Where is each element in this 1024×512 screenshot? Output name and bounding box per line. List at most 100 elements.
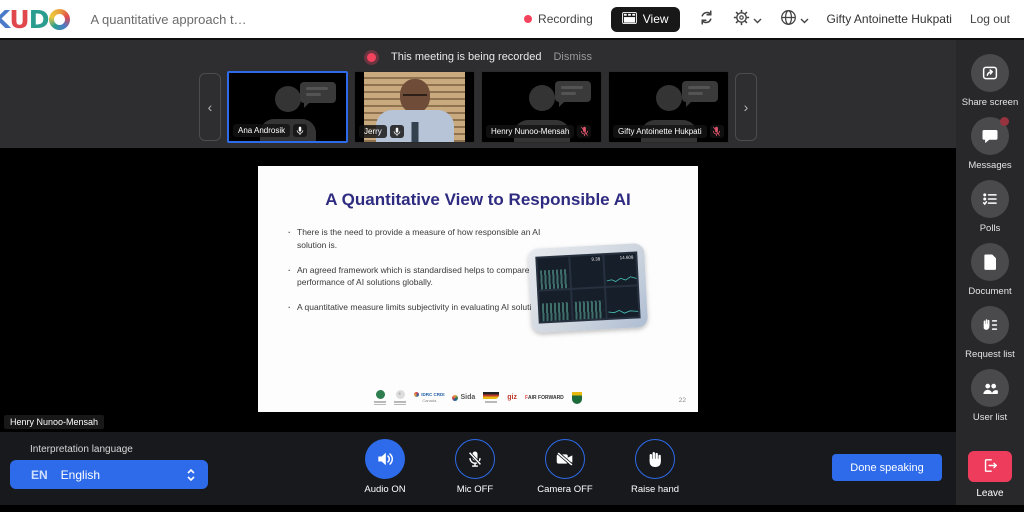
mic-button-label: Mic OFF xyxy=(457,484,493,495)
recording-banner-text: This meeting is being recorded xyxy=(391,51,541,63)
mic-on-icon xyxy=(293,124,307,137)
giz-logo: giz xyxy=(507,394,517,401)
mic-toggle-button[interactable]: Mic OFF xyxy=(442,439,508,495)
kudo-app: KUD A quantitative approach t… Recording… xyxy=(0,0,1024,512)
tool-label: Request list xyxy=(965,349,1015,360)
dismiss-button[interactable]: Dismiss xyxy=(553,51,592,63)
leave-button[interactable] xyxy=(968,451,1012,482)
leave-button-label: Leave xyxy=(976,488,1003,499)
logo-letter-u: U xyxy=(9,5,28,34)
slide-bullet: A quantitative measure limits subjectivi… xyxy=(288,301,550,314)
language-name: English xyxy=(61,468,100,482)
audio-toggle-button[interactable]: Audio ON xyxy=(352,439,418,495)
participant-tile-henry-nunoo-mensah[interactable]: Henry Nunoo-Mensah xyxy=(481,71,602,143)
request-list-button[interactable]: Request list xyxy=(965,306,1015,360)
ai-hub-logo xyxy=(374,390,386,405)
view-button-label: View xyxy=(643,12,669,26)
mic-off-icon xyxy=(455,439,495,479)
view-button[interactable]: View xyxy=(611,7,680,32)
language-code: EN xyxy=(31,468,48,482)
logo-letter-k: K xyxy=(0,5,9,34)
done-speaking-button[interactable]: Done speaking xyxy=(832,454,942,481)
dashboard-value: 9.38 xyxy=(591,256,600,261)
camera-toggle-button[interactable]: Camera OFF xyxy=(532,439,598,495)
idrc-crdi-logo: IDRC CRDI Canada xyxy=(414,392,444,403)
sync-icon xyxy=(698,9,715,29)
logout-button[interactable]: Log out xyxy=(970,12,1010,26)
audio-button-label: Audio ON xyxy=(364,484,405,495)
university-crest-logo xyxy=(572,392,582,404)
control-bar: Interpretation language EN English Audio… xyxy=(0,432,956,505)
messages-button[interactable]: Messages xyxy=(968,117,1011,171)
exit-door-icon xyxy=(982,457,999,477)
language-globe-button[interactable] xyxy=(780,9,809,29)
avatar xyxy=(656,85,682,111)
participant-tile-gifty-antoinette-hukpati[interactable]: Gifty Antoinette Hukpati xyxy=(608,71,729,143)
chevron-down-icon xyxy=(800,12,809,27)
sync-button[interactable] xyxy=(698,9,715,29)
recording-dot-icon xyxy=(524,15,532,23)
tool-label: Document xyxy=(968,286,1011,297)
slide-bullet: An agreed framework which is standardise… xyxy=(288,264,550,290)
chat-bubble-icon xyxy=(682,81,718,102)
share-screen-icon xyxy=(971,54,1009,92)
fair-forward-logo: FAIR FORWARD xyxy=(525,395,564,401)
recording-indicator: Recording xyxy=(524,12,593,26)
document-icon xyxy=(971,243,1009,281)
users-icon xyxy=(971,369,1009,407)
user-list-button[interactable]: User list xyxy=(971,369,1009,423)
slide-footer-logos: IDRC CRDI Canada Sida giz FAIR FORWARD xyxy=(258,390,698,405)
speaker-icon xyxy=(365,439,405,479)
document-button[interactable]: Document xyxy=(968,243,1011,297)
camera-off-icon xyxy=(545,439,585,479)
dashboard-value: 14.608 xyxy=(620,255,634,261)
interpretation-language-label: Interpretation language xyxy=(30,444,133,455)
recording-label: Recording xyxy=(538,12,593,26)
raise-hand-button-label: Raise hand xyxy=(631,484,679,495)
active-speaker-label: Henry Nunoo-Mensah xyxy=(4,415,104,429)
recording-banner: This meeting is being recorded Dismiss xyxy=(0,40,956,68)
participant-tile-jerry[interactable]: Jerry xyxy=(354,71,475,143)
tool-label: Polls xyxy=(980,223,1001,234)
slide-bullets: There is the need to provide a measure o… xyxy=(288,226,550,314)
mic-off-icon xyxy=(577,125,591,138)
raised-hand-icon xyxy=(635,439,675,479)
slide-title: A Quantitative View to Responsible AI xyxy=(258,166,698,210)
raise-hand-button[interactable]: Raise hand xyxy=(622,439,688,495)
participant-name: Ana Androsik xyxy=(233,124,290,137)
avatar xyxy=(275,86,301,112)
sida-logo: Sida xyxy=(452,394,475,401)
tool-label: User list xyxy=(973,412,1007,423)
polls-button[interactable]: Polls xyxy=(971,180,1009,234)
dashboard-photo: 9.38 14.608 xyxy=(528,243,648,333)
logo-letter-d: D xyxy=(29,5,49,34)
top-bar: KUD A quantitative approach t… Recording… xyxy=(0,0,1024,40)
german-cooperation-logo xyxy=(483,392,499,403)
video-strip: This meeting is being recorded Dismiss ‹… xyxy=(0,40,956,148)
kudo-logo: KUD xyxy=(0,5,70,34)
settings-button[interactable] xyxy=(733,9,762,29)
logo-letter-o xyxy=(49,9,70,30)
globe-icon xyxy=(780,9,797,29)
polls-list-icon xyxy=(971,180,1009,218)
partner-logo xyxy=(394,390,406,405)
film-strip-icon xyxy=(622,12,637,27)
slide-page-number: 22 xyxy=(679,397,686,404)
language-select[interactable]: EN English xyxy=(10,460,208,489)
presentation-stage: A Quantitative View to Responsible AI Th… xyxy=(0,148,956,432)
thumbnails-prev-button[interactable]: ‹ xyxy=(199,73,221,141)
thumbnails-next-button[interactable]: › xyxy=(735,73,757,141)
participant-name: Jerry xyxy=(359,125,387,138)
gear-icon xyxy=(733,9,750,29)
share-screen-button[interactable]: Share screen xyxy=(962,54,1019,108)
meeting-title: A quantitative approach t… xyxy=(90,12,246,27)
avatar xyxy=(529,85,555,111)
slide-bullet: There is the need to provide a measure o… xyxy=(288,226,550,252)
participant-tile-ana-androsik[interactable]: Ana Androsik xyxy=(227,71,348,143)
chevron-down-icon xyxy=(753,12,762,27)
participant-name: Henry Nunoo-Mensah xyxy=(486,125,574,138)
participant-name: Gifty Antoinette Hukpati xyxy=(613,125,707,138)
chat-bubble-icon xyxy=(300,82,336,103)
request-list-icon xyxy=(971,306,1009,344)
mic-off-icon xyxy=(710,125,724,138)
